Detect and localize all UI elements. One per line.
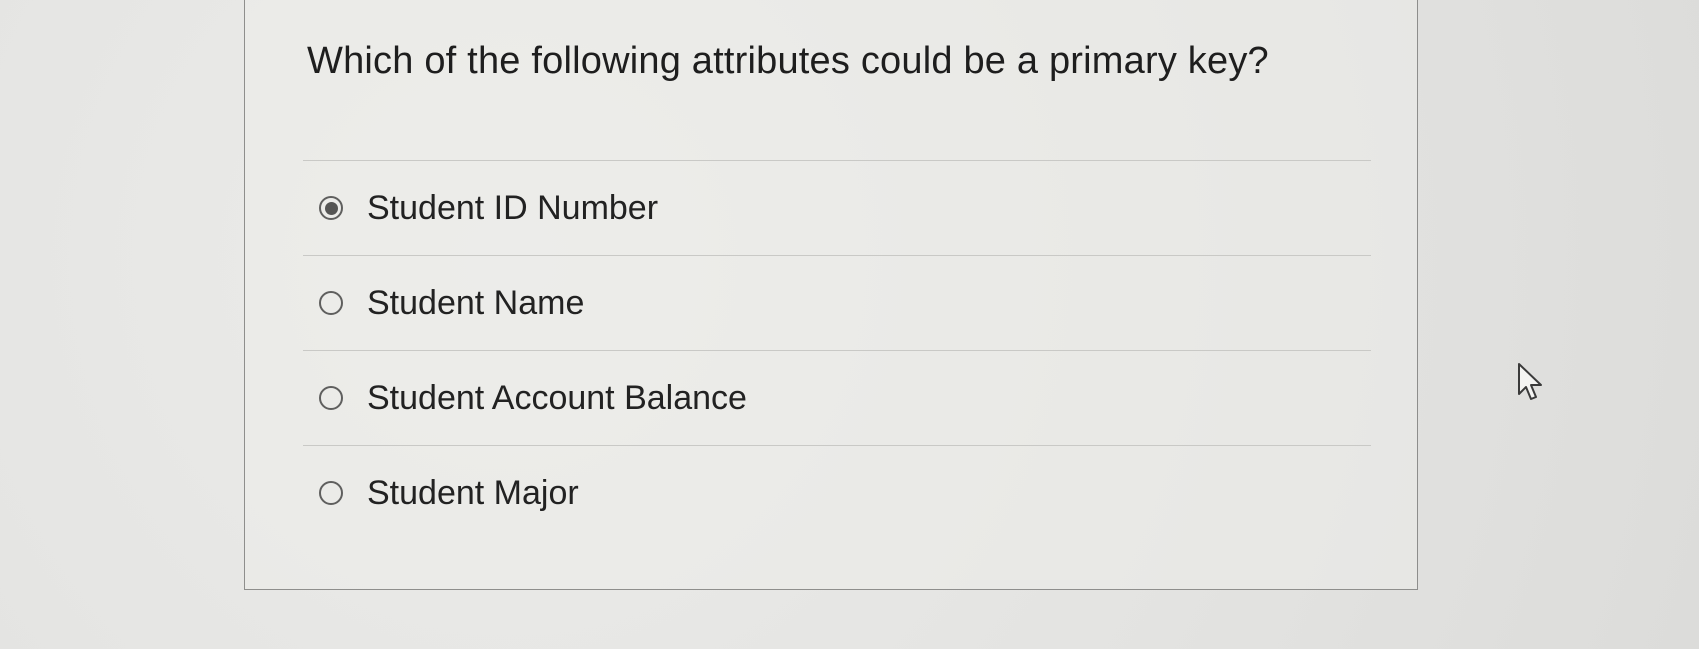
answer-label[interactable]: Student Account Balance — [367, 379, 747, 418]
arrow-pointer-icon — [1518, 363, 1542, 400]
radio-button-icon[interactable] — [319, 386, 343, 410]
answer-option-student-major[interactable]: Student Major — [303, 446, 1371, 540]
question-card: Which of the following attributes could … — [244, 0, 1418, 590]
answer-option-student-account-balance[interactable]: Student Account Balance — [303, 351, 1371, 445]
radio-button-icon[interactable] — [319, 291, 343, 315]
radio-button-icon[interactable] — [319, 481, 343, 505]
answer-list: Student ID Number Student Name Student A… — [303, 160, 1371, 540]
radio-button-selected-icon[interactable] — [319, 196, 343, 220]
question-text: Which of the following attributes could … — [307, 40, 1269, 82]
answer-label[interactable]: Student Major — [367, 474, 579, 513]
answer-option-student-name[interactable]: Student Name — [303, 256, 1371, 350]
answer-label[interactable]: Student ID Number — [367, 189, 658, 228]
answer-option-student-id-number[interactable]: Student ID Number — [303, 161, 1371, 255]
answer-label[interactable]: Student Name — [367, 284, 584, 323]
